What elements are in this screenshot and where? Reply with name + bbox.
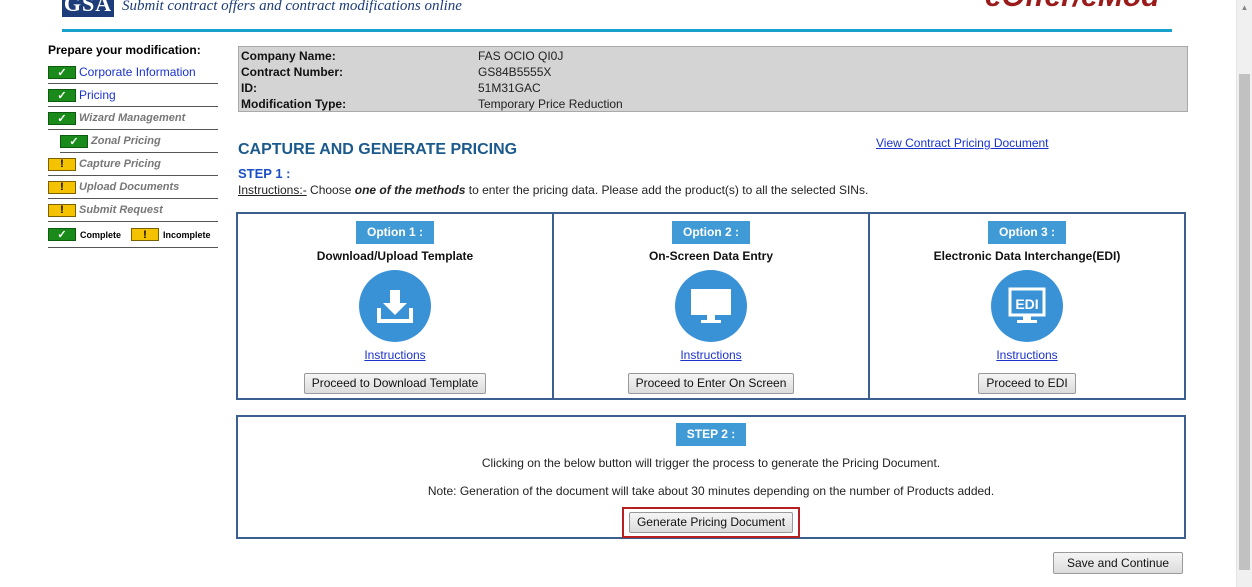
info-row-id: ID: 51M31GAC <box>241 80 1185 96</box>
monitor-icon <box>675 270 747 342</box>
vertical-scrollbar[interactable]: ▲ <box>1236 0 1252 587</box>
modification-type-value: Temporary Price Reduction <box>478 97 623 111</box>
incomplete-warning-icon: ! <box>131 228 160 241</box>
option-download-upload: Option 1 : Download/Upload Template Inst… <box>238 214 554 398</box>
instructions-prefix: Instructions:- <box>238 183 307 197</box>
pricing-options-panel: Option 1 : Download/Upload Template Inst… <box>236 212 1186 400</box>
generate-pricing-document-button[interactable]: Generate Pricing Document <box>628 512 794 533</box>
info-row-mod-type: Modification Type: Temporary Price Reduc… <box>241 96 1185 112</box>
progress-sidebar: Prepare your modification: ✓ Corporate I… <box>48 43 218 248</box>
page-title: CAPTURE AND GENERATE PRICING <box>238 141 518 158</box>
option-on-screen-entry: Option 2 : On-Screen Data Entry Instruct… <box>554 214 870 398</box>
incomplete-warning-icon: ! <box>48 180 76 194</box>
instructions-text-b: to enter the pricing data. Please add th… <box>465 183 869 197</box>
sidebar-item-capture-pricing: ! Capture Pricing <box>48 153 218 176</box>
step2-note: Note: Generation of the document will ta… <box>427 484 995 498</box>
complete-check-icon: ✓ <box>48 65 76 79</box>
complete-check-icon: ✓ <box>48 228 76 241</box>
sidebar-item-label: Capture Pricing <box>79 158 161 170</box>
sidebar-item-label[interactable]: Corporate Information <box>79 65 196 79</box>
proceed-to-enter-on-screen-button[interactable]: Proceed to Enter On Screen <box>627 373 795 394</box>
sidebar-item-label: Submit Request <box>79 204 163 216</box>
option-title: On-Screen Data Entry <box>648 249 774 263</box>
id-label: ID: <box>241 81 257 95</box>
page-header: GSA Submit contract offers and contract … <box>0 0 1236 34</box>
option-tag: Option 1 : <box>356 221 434 244</box>
sidebar-item-zonal-pricing: ✓ Zonal Pricing <box>60 130 218 153</box>
company-name-label: Company Name: <box>241 49 336 63</box>
company-name-value: FAS OCIO QI0J <box>478 49 564 63</box>
sidebar-title: Prepare your modification: <box>48 43 201 57</box>
legend-complete-label: Complete <box>80 229 122 240</box>
contract-number-value: GS84B5555X <box>478 65 552 79</box>
sidebar-item-label: Zonal Pricing <box>91 135 161 147</box>
edi-monitor-icon: EDI <box>991 270 1063 342</box>
scrollbar-thumb[interactable] <box>1239 74 1250 570</box>
id-value: 51M31GAC <box>478 81 541 95</box>
scroll-up-arrow-icon[interactable]: ▲ <box>1237 0 1252 16</box>
gsa-logo: GSA <box>62 0 114 17</box>
step2-tag: STEP 2 : <box>675 423 747 446</box>
contract-number-label: Contract Number: <box>241 65 344 79</box>
step1-label: STEP 1 : <box>238 166 291 181</box>
incomplete-warning-icon: ! <box>48 157 76 171</box>
option-title: Download/Upload Template <box>316 249 474 263</box>
complete-check-icon: ✓ <box>48 111 76 125</box>
edi-icon-text: EDI <box>1015 296 1038 312</box>
header-tagline: Submit contract offers and contract modi… <box>122 0 462 14</box>
sidebar-item-corporate-information[interactable]: ✓ Corporate Information <box>48 61 218 84</box>
step2-description: Clicking on the below button will trigge… <box>481 456 941 470</box>
option-instructions-link[interactable]: Instructions <box>238 348 552 362</box>
info-row-company: Company Name: FAS OCIO QI0J <box>241 48 1185 64</box>
option-title: Electronic Data Interchange(EDI) <box>933 249 1121 263</box>
highlight-frame: Generate Pricing Document <box>621 507 801 538</box>
sidebar-item-upload-documents: ! Upload Documents <box>48 176 218 199</box>
brand-logo: eOffer/eMod <box>985 0 1159 14</box>
proceed-to-edi-button[interactable]: Proceed to EDI <box>978 373 1076 394</box>
legend-incomplete-label: Incomplete <box>163 229 211 240</box>
sidebar-item-wizard-management: ✓ Wizard Management <box>48 107 218 130</box>
save-and-continue-button[interactable]: Save and Continue <box>1053 552 1184 574</box>
sidebar-item-label: Wizard Management <box>79 112 186 124</box>
option-instructions-link[interactable]: Instructions <box>554 348 868 362</box>
sidebar-item-label: Upload Documents <box>79 181 180 193</box>
option-tag: Option 2 : <box>672 221 750 244</box>
modification-type-label: Modification Type: <box>241 97 347 111</box>
sidebar-item-pricing[interactable]: ✓ Pricing <box>48 84 218 107</box>
option-edi: Option 3 : Electronic Data Interchange(E… <box>870 214 1184 398</box>
complete-check-icon: ✓ <box>60 134 88 148</box>
complete-check-icon: ✓ <box>48 88 76 102</box>
header-divider <box>62 29 1172 32</box>
step1-instructions: Instructions:- Choose one of the methods… <box>238 183 868 197</box>
status-legend: ✓ Complete ! Incomplete <box>48 222 218 248</box>
view-contract-pricing-document-link[interactable]: View Contract Pricing Document <box>876 136 1049 150</box>
proceed-to-download-template-button[interactable]: Proceed to Download Template <box>303 373 487 394</box>
contract-info-panel: Company Name: FAS OCIO QI0J Contract Num… <box>238 46 1188 112</box>
step2-panel: STEP 2 : Clicking on the below button wi… <box>236 415 1186 539</box>
info-row-contract: Contract Number: GS84B5555X <box>241 64 1185 80</box>
sidebar-item-label[interactable]: Pricing <box>79 88 116 102</box>
option-instructions-link[interactable]: Instructions <box>870 348 1184 362</box>
incomplete-warning-icon: ! <box>48 203 76 217</box>
download-icon <box>359 270 431 342</box>
instructions-text-a: Choose <box>306 183 355 197</box>
option-tag: Option 3 : <box>988 221 1066 244</box>
instructions-emphasis: one of the methods <box>354 183 466 197</box>
sidebar-item-submit-request: ! Submit Request <box>48 199 218 222</box>
